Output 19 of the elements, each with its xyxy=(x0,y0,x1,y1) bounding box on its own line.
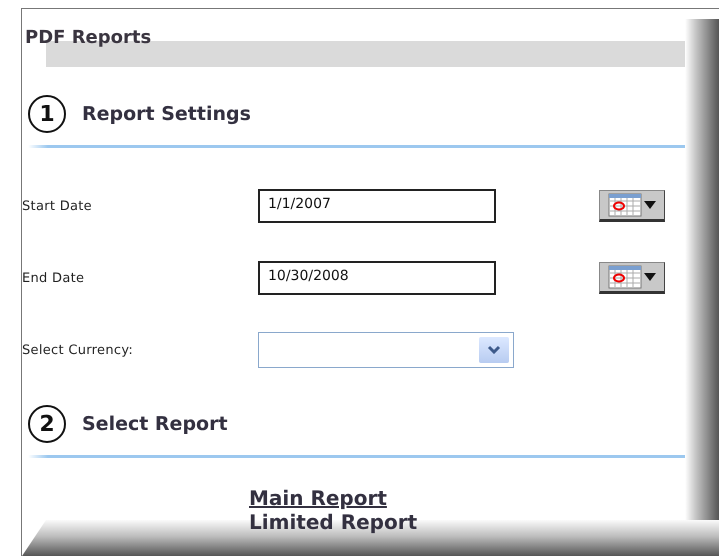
calendar-icon xyxy=(608,193,642,217)
report-link[interactable]: Main Report xyxy=(249,486,387,510)
step-number: 2 xyxy=(28,405,66,443)
field-label: Select Currency: xyxy=(22,342,134,358)
field-label: Start Date xyxy=(22,198,93,214)
date-input[interactable]: 10/30/2008 xyxy=(258,261,496,295)
chevron-down-icon xyxy=(487,345,501,355)
calendar-button[interactable] xyxy=(599,262,665,294)
calendar-button[interactable] xyxy=(599,190,665,222)
step-number: 1 xyxy=(28,95,66,133)
field-label: End Date xyxy=(22,270,86,286)
caret-icon xyxy=(644,273,656,281)
section-heading: Report Settings xyxy=(82,103,251,125)
date-input[interactable]: 1/1/2007 xyxy=(258,189,496,223)
section-heading: Select Report xyxy=(82,413,228,435)
page-title: PDF Reports xyxy=(25,27,152,48)
report-link[interactable]: Limited Report xyxy=(249,510,418,534)
caret-icon xyxy=(644,201,656,209)
calendar-icon xyxy=(608,265,642,289)
